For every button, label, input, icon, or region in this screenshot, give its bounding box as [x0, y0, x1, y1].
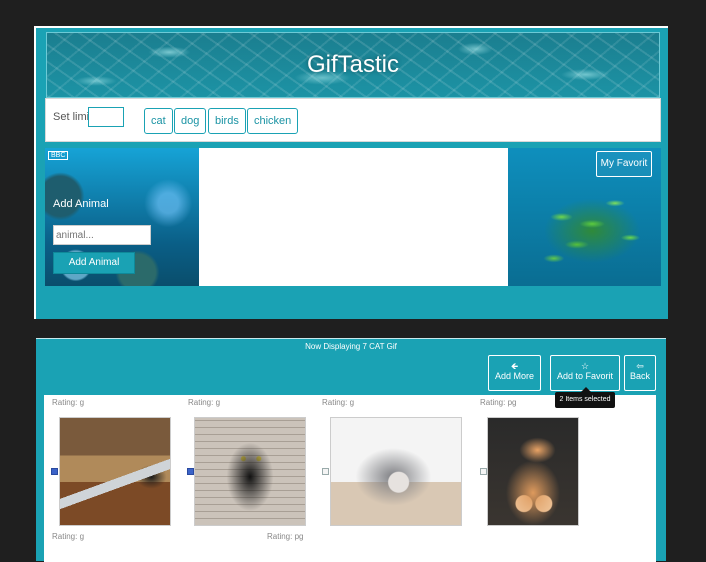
gif-rating: Rating: pg: [267, 532, 304, 541]
gif-image-orange-cat-paws-up[interactable]: [487, 417, 579, 526]
topic-button-birds[interactable]: birds: [208, 108, 246, 134]
back-button[interactable]: ⇦ Back: [624, 355, 656, 391]
topic-button-dog[interactable]: dog: [174, 108, 207, 134]
add-animal-panel: BBC Add Animal Add Animal: [45, 148, 199, 286]
my-favorite-button[interactable]: My Favorit: [596, 151, 652, 177]
gif-display-area: [199, 148, 508, 286]
arrow-left-icon: 🡸: [510, 361, 519, 371]
star-icon: ☆: [580, 361, 590, 371]
topic-toolbar: Set limit cat dog birds chicken: [45, 98, 661, 142]
add-animal-label: Add Animal: [53, 198, 109, 210]
results-title: Now Displaying 7 CAT Gif: [305, 342, 397, 351]
topic-button-chicken[interactable]: chicken: [247, 108, 299, 134]
app-title: GifTastic: [306, 51, 399, 78]
gif-checkbox[interactable]: [480, 468, 487, 475]
gif-rating: Rating: g: [322, 398, 355, 407]
add-to-favorite-button[interactable]: ☆ Add to Favorit: [550, 355, 620, 391]
selection-tooltip: 2 Items selected: [555, 392, 615, 408]
gif-rating: Rating: pg: [480, 398, 517, 407]
add-more-label: Add More: [494, 371, 535, 381]
add-animal-button[interactable]: Add Animal: [53, 252, 135, 274]
giftastic-panel: GifTastic Set limit cat dog birds chicke…: [34, 26, 668, 319]
limit-input[interactable]: [88, 107, 124, 127]
favorite-panel: My Favorit: [508, 148, 661, 286]
back-arrow-icon: ⇦: [636, 361, 644, 371]
gif-rating: Rating: g: [52, 532, 85, 541]
back-label: Back: [629, 371, 650, 381]
gif-rating: Rating: g: [188, 398, 221, 407]
bbc-logo: BBC: [48, 151, 69, 160]
gif-image-cat-with-laptop[interactable]: [59, 417, 171, 526]
gif-image-black-cat-sitting[interactable]: [194, 417, 306, 526]
animal-input[interactable]: [53, 225, 151, 245]
add-more-button[interactable]: 🡸 Add More: [488, 355, 541, 391]
topic-button-cat[interactable]: cat: [144, 108, 173, 134]
limit-label: Set limit: [53, 111, 93, 123]
gif-checkbox[interactable]: [51, 468, 58, 475]
results-panel: Now Displaying 7 CAT Gif 🡸 Add More ☆ Ad…: [36, 338, 666, 562]
header-banner: GifTastic: [46, 32, 660, 98]
add-to-favorite-label: Add to Favorit: [556, 371, 614, 381]
gif-checkbox[interactable]: [187, 468, 194, 475]
gif-checkbox[interactable]: [322, 468, 329, 475]
gif-image-tabby-cat-crouching[interactable]: [330, 417, 462, 526]
gif-rating: Rating: g: [52, 398, 85, 407]
gif-grid: Rating: g Rating: g Rating: g Rating: pg…: [44, 395, 656, 562]
